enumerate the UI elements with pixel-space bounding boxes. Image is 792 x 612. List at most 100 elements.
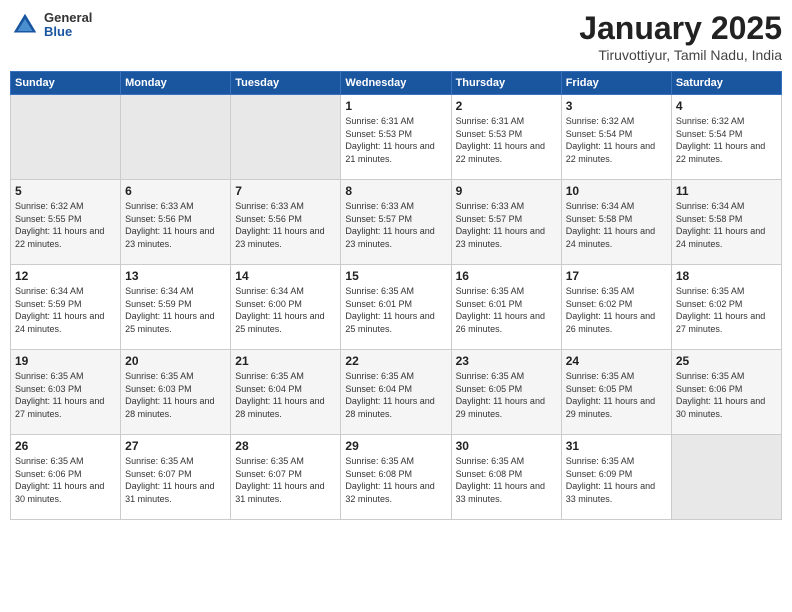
weekday-header-sunday: Sunday bbox=[11, 72, 121, 95]
cell-info: Sunrise: 6:35 AMSunset: 6:01 PMDaylight:… bbox=[456, 285, 557, 335]
day-number: 11 bbox=[676, 184, 777, 198]
day-number: 3 bbox=[566, 99, 667, 113]
calendar-cell: 29 Sunrise: 6:35 AMSunset: 6:08 PMDayligh… bbox=[341, 435, 451, 520]
cell-info: Sunrise: 6:35 AMSunset: 6:08 PMDaylight:… bbox=[456, 455, 557, 505]
day-number: 16 bbox=[456, 269, 557, 283]
cell-info: Sunrise: 6:35 AMSunset: 6:06 PMDaylight:… bbox=[15, 455, 116, 505]
calendar-cell: 17Sunrise: 6:35 AMSunset: 6:02 PMDayligh… bbox=[561, 265, 671, 350]
cell-info: Sunrise: 6:35 AMSunset: 6:07 PMDaylight:… bbox=[235, 455, 336, 505]
day-number: 13 bbox=[125, 269, 226, 283]
calendar-cell: 28 Sunrise: 6:35 AMSunset: 6:07 PMDayligh… bbox=[231, 435, 341, 520]
title-block: January 2025 Tiruvottiyur, Tamil Nadu, I… bbox=[579, 10, 782, 63]
day-number: 4 bbox=[676, 99, 777, 113]
day-number: 19 bbox=[15, 354, 116, 368]
calendar-cell: 15 Sunrise: 6:35 AMSunset: 6:01 PMDayligh… bbox=[341, 265, 451, 350]
cell-info: Sunrise: 6:34 AMSunset: 6:00 PMDaylight:… bbox=[235, 285, 336, 335]
calendar-cell: 25 Sunrise: 6:35 AMSunset: 6:06 PMDayligh… bbox=[671, 350, 781, 435]
cell-info: Sunrise: 6:35 AMSunset: 6:06 PMDaylight:… bbox=[676, 370, 777, 420]
day-number: 23 bbox=[456, 354, 557, 368]
calendar-cell: 10 Sunrise: 6:34 AMSunset: 5:58 PMDayligh… bbox=[561, 180, 671, 265]
cell-info: Sunrise: 6:33 AMSunset: 5:57 PMDaylight:… bbox=[345, 200, 446, 250]
calendar-cell: 8 Sunrise: 6:33 AMSunset: 5:57 PMDaylight… bbox=[341, 180, 451, 265]
calendar-cell bbox=[11, 95, 121, 180]
cell-info: Sunrise: 6:32 AMSunset: 5:55 PMDaylight:… bbox=[15, 200, 116, 250]
day-number: 30 bbox=[456, 439, 557, 453]
calendar-cell: 13 Sunrise: 6:34 AMSunset: 5:59 PMDayligh… bbox=[121, 265, 231, 350]
calendar-cell: 24 Sunrise: 6:35 AMSunset: 6:05 PMDayligh… bbox=[561, 350, 671, 435]
cell-info: Sunrise: 6:35 AMSunset: 6:04 PMDaylight:… bbox=[235, 370, 336, 420]
day-number: 10 bbox=[566, 184, 667, 198]
calendar-location: Tiruvottiyur, Tamil Nadu, India bbox=[579, 47, 782, 63]
cell-info: Sunrise: 6:34 AMSunset: 5:59 PMDaylight:… bbox=[15, 285, 116, 335]
logo-text: General Blue bbox=[44, 11, 92, 40]
cell-info: Sunrise: 6:34 AMSunset: 5:58 PMDaylight:… bbox=[566, 200, 667, 250]
calendar-title: January 2025 bbox=[579, 10, 782, 47]
page-header: General Blue January 2025 Tiruvottiyur, … bbox=[10, 10, 782, 63]
day-number: 20 bbox=[125, 354, 226, 368]
weekday-header-tuesday: Tuesday bbox=[231, 72, 341, 95]
day-number: 24 bbox=[566, 354, 667, 368]
cell-info: Sunrise: 6:32 AMSunset: 5:54 PMDaylight:… bbox=[676, 115, 777, 165]
day-number: 29 bbox=[345, 439, 446, 453]
calendar-cell: 2 Sunrise: 6:31 AMSunset: 5:53 PMDaylight… bbox=[451, 95, 561, 180]
day-number: 18 bbox=[676, 269, 777, 283]
day-number: 12 bbox=[15, 269, 116, 283]
day-number: 21 bbox=[235, 354, 336, 368]
day-number: 31 bbox=[566, 439, 667, 453]
weekday-header-monday: Monday bbox=[121, 72, 231, 95]
cell-info: Sunrise: 6:32 AMSunset: 5:54 PMDaylight:… bbox=[566, 115, 667, 165]
logo-blue: Blue bbox=[44, 25, 92, 39]
calendar-cell: 5 Sunrise: 6:32 AMSunset: 5:55 PMDaylight… bbox=[11, 180, 121, 265]
weekday-header-saturday: Saturday bbox=[671, 72, 781, 95]
cell-info: Sunrise: 6:35 AMSunset: 6:09 PMDaylight:… bbox=[566, 455, 667, 505]
calendar-cell: 19Sunrise: 6:35 AMSunset: 6:03 PMDayligh… bbox=[11, 350, 121, 435]
calendar-cell: 6 Sunrise: 6:33 AMSunset: 5:56 PMDaylight… bbox=[121, 180, 231, 265]
cell-info: Sunrise: 6:35 AMSunset: 6:02 PMDaylight:… bbox=[566, 285, 667, 335]
cell-info: Sunrise: 6:31 AMSunset: 5:53 PMDaylight:… bbox=[345, 115, 446, 165]
weekday-header-row: SundayMondayTuesdayWednesdayThursdayFrid… bbox=[11, 72, 782, 95]
calendar-cell: 3 Sunrise: 6:32 AMSunset: 5:54 PMDaylight… bbox=[561, 95, 671, 180]
cell-info: Sunrise: 6:35 AMSunset: 6:08 PMDaylight:… bbox=[345, 455, 446, 505]
calendar-cell: 12 Sunrise: 6:34 AMSunset: 5:59 PMDayligh… bbox=[11, 265, 121, 350]
cell-info: Sunrise: 6:31 AMSunset: 5:53 PMDaylight:… bbox=[456, 115, 557, 165]
calendar-cell: 14 Sunrise: 6:34 AMSunset: 6:00 PMDayligh… bbox=[231, 265, 341, 350]
calendar-cell: 30 Sunrise: 6:35 AMSunset: 6:08 PMDayligh… bbox=[451, 435, 561, 520]
day-number: 25 bbox=[676, 354, 777, 368]
calendar-cell bbox=[121, 95, 231, 180]
logo-general: General bbox=[44, 11, 92, 25]
day-number: 8 bbox=[345, 184, 446, 198]
logo-icon bbox=[10, 10, 40, 40]
calendar-cell bbox=[671, 435, 781, 520]
day-number: 2 bbox=[456, 99, 557, 113]
calendar-cell: 9Sunrise: 6:33 AMSunset: 5:57 PMDaylight… bbox=[451, 180, 561, 265]
day-number: 14 bbox=[235, 269, 336, 283]
cell-info: Sunrise: 6:33 AMSunset: 5:56 PMDaylight:… bbox=[125, 200, 226, 250]
weekday-header-thursday: Thursday bbox=[451, 72, 561, 95]
calendar-cell: 21 Sunrise: 6:35 AMSunset: 6:04 PMDayligh… bbox=[231, 350, 341, 435]
cell-info: Sunrise: 6:35 AMSunset: 6:03 PMDaylight:… bbox=[125, 370, 226, 420]
cell-info: Sunrise: 6:35 AMSunset: 6:01 PMDaylight:… bbox=[345, 285, 446, 335]
weekday-header-wednesday: Wednesday bbox=[341, 72, 451, 95]
calendar-cell: 18Sunrise: 6:35 AMSunset: 6:02 PMDayligh… bbox=[671, 265, 781, 350]
day-number: 6 bbox=[125, 184, 226, 198]
calendar-cell: 23Sunrise: 6:35 AMSunset: 6:05 PMDayligh… bbox=[451, 350, 561, 435]
day-number: 15 bbox=[345, 269, 446, 283]
week-row-3: 12 Sunrise: 6:34 AMSunset: 5:59 PMDayligh… bbox=[11, 265, 782, 350]
week-row-4: 19 Sunrise: 6:35 AMSunset: 6:03 PMDayligh… bbox=[11, 350, 782, 435]
day-number: 22 bbox=[345, 354, 446, 368]
day-number: 7 bbox=[235, 184, 336, 198]
cell-info: Sunrise: 6:33 AMSunset: 5:57 PMDaylight:… bbox=[456, 200, 557, 250]
cell-info: Sunrise: 6:34 AMSunset: 5:59 PMDaylight:… bbox=[125, 285, 226, 335]
cell-info: Sunrise: 6:35 AMSunset: 6:05 PMDaylight:… bbox=[566, 370, 667, 420]
week-row-5: 26Sunrise: 6:35 AMSunset: 6:06 PMDayligh… bbox=[11, 435, 782, 520]
calendar-cell: 16 Sunrise: 6:35 AMSunset: 6:01 PMDayligh… bbox=[451, 265, 561, 350]
cell-info: Sunrise: 6:34 AMSunset: 5:58 PMDaylight:… bbox=[676, 200, 777, 250]
weekday-header-friday: Friday bbox=[561, 72, 671, 95]
calendar-cell: 20 Sunrise: 6:35 AMSunset: 6:03 PMDayligh… bbox=[121, 350, 231, 435]
calendar-cell: 27Sunrise: 6:35 AMSunset: 6:07 PMDayligh… bbox=[121, 435, 231, 520]
calendar-cell: 31 Sunrise: 6:35 AMSunset: 6:09 PMDayligh… bbox=[561, 435, 671, 520]
calendar-cell: 4 Sunrise: 6:32 AMSunset: 5:54 PMDaylight… bbox=[671, 95, 781, 180]
day-number: 28 bbox=[235, 439, 336, 453]
day-number: 5 bbox=[15, 184, 116, 198]
week-row-2: 5 Sunrise: 6:32 AMSunset: 5:55 PMDaylight… bbox=[11, 180, 782, 265]
